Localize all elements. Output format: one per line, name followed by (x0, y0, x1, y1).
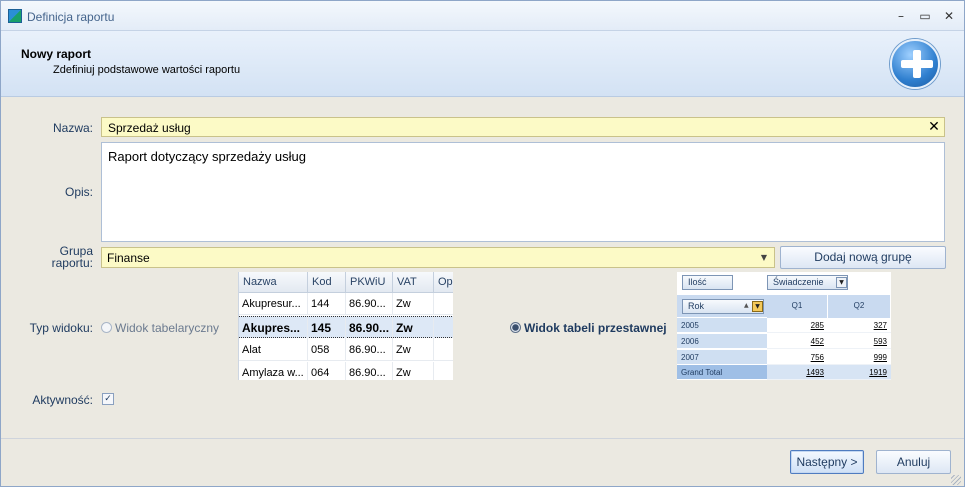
table-cell: 145 (308, 317, 346, 339)
pivot-view-preview: Ilość Świadczenie ▼ Rok ▲ ▼ Q1 Q2 2005 2… (677, 272, 891, 380)
pivot-grand-total-label: Grand Total (677, 365, 767, 380)
title-bar[interactable]: Definicja raportu – ▭ ✕ (1, 1, 964, 31)
table-row: Amylaza w... 064 86.90... Zw (239, 362, 453, 380)
minimize-button[interactable]: – (891, 7, 911, 25)
add-plus-icon (890, 39, 940, 89)
chevron-down-icon[interactable]: ▼ (758, 251, 770, 265)
column-header-kod: Kod (308, 272, 346, 293)
table-cell (434, 362, 453, 380)
table-cell: Zw (393, 362, 434, 380)
pivot-cell: 593 (828, 334, 891, 349)
table-cell: 064 (308, 362, 346, 380)
active-label: Aktywność: (32, 393, 93, 407)
window-title: Definicja raportu (27, 10, 115, 24)
table-cell: Akupres... (239, 317, 308, 339)
table-row: Alat 058 86.90... Zw (239, 339, 453, 361)
description-label: Opis: (64, 185, 93, 199)
pivot-cell: 327 (828, 318, 891, 333)
table-cell: Amylaza w... (239, 362, 308, 380)
pivot-grand-total-cell: 1493 (767, 365, 828, 380)
table-cell: 058 (308, 339, 346, 361)
pivot-row-label: 2006 (677, 334, 767, 349)
table-header: Nazwa Kod PKWiU VAT Opi (239, 272, 453, 293)
table-cell: Akupresur... (239, 293, 308, 315)
table-row: Akupresur... 144 86.90... Zw (239, 293, 453, 315)
resize-grip-icon[interactable] (951, 475, 961, 485)
header-title: Nowy raport (21, 47, 92, 61)
table-view-preview: Nazwa Kod PKWiU VAT Opi Akupresur... 144… (238, 272, 453, 380)
view-table-radio[interactable] (101, 322, 112, 333)
table-cell: Zw (393, 293, 434, 315)
view-pivot-radio[interactable] (510, 322, 521, 333)
pivot-cell: 285 (767, 318, 828, 333)
view-type-label: Typ widoku: (29, 321, 93, 335)
group-label-line2: raportu: (51, 256, 93, 270)
name-label: Nazwa: (52, 121, 93, 135)
footer-separator (1, 438, 964, 439)
pivot-data-field: Ilość (682, 275, 733, 290)
view-table-label[interactable]: Widok tabelaryczny (115, 321, 219, 335)
table-cell: 144 (308, 293, 346, 315)
cancel-button[interactable]: Anuluj (876, 450, 951, 474)
add-group-button[interactable]: Dodaj nową grupę (780, 246, 946, 269)
table-cell: 86.90... (346, 339, 393, 361)
sort-ascending-icon: ▲ (744, 302, 749, 309)
maximize-button[interactable]: ▭ (915, 7, 935, 25)
active-checkbox[interactable]: ✓ (102, 393, 114, 405)
view-pivot-label[interactable]: Widok tabeli przestawnej (524, 321, 667, 335)
column-header-opis: Opi (434, 272, 453, 293)
table-cell: Alat (239, 339, 308, 361)
pivot-cell: 756 (767, 350, 828, 365)
table-row-selected: Akupres... 145 86.90... Zw (239, 316, 453, 339)
pivot-cell: 452 (767, 334, 828, 349)
report-definition-window: Definicja raportu – ▭ ✕ Nowy raport Zdef… (0, 0, 965, 487)
column-header-pkwiu: PKWiU (346, 272, 393, 293)
pivot-row-label: 2007 (677, 350, 767, 365)
next-button[interactable]: Następny > (790, 450, 864, 474)
table-cell: 86.90... (346, 317, 393, 339)
pivot-cell: 999 (828, 350, 891, 365)
description-textarea[interactable]: Raport dotyczący sprzedaży usług (101, 142, 945, 242)
table-cell (434, 293, 453, 315)
dropdown-icon: ▼ (752, 301, 763, 312)
name-input[interactable]: Sprzedaż usług (101, 117, 945, 137)
dropdown-icon: ▼ (836, 277, 847, 288)
column-header-vat: VAT (393, 272, 434, 293)
table-cell: Zw (393, 317, 434, 339)
table-cell (434, 339, 453, 361)
pivot-row-label: 2005 (677, 318, 767, 333)
pivot-grand-total-cell: 1919 (828, 365, 891, 380)
clear-icon[interactable]: ✕ (926, 118, 942, 136)
table-cell: 86.90... (346, 293, 393, 315)
close-button[interactable]: ✕ (939, 7, 959, 25)
pivot-column-header: Q1 (767, 295, 828, 318)
group-select[interactable]: Finanse (101, 247, 775, 268)
wizard-header: Nowy raport Zdefiniuj podstawowe wartośc… (1, 31, 964, 97)
table-cell (434, 317, 453, 339)
header-subtitle: Zdefiniuj podstawowe wartości raportu (53, 64, 241, 76)
column-header-nazwa: Nazwa (239, 272, 308, 293)
group-label: Grupa raportu: (21, 245, 93, 269)
pivot-column-header: Q2 (828, 295, 891, 318)
table-cell: Zw (393, 339, 434, 361)
app-icon (8, 9, 22, 23)
table-cell: 86.90... (346, 362, 393, 380)
